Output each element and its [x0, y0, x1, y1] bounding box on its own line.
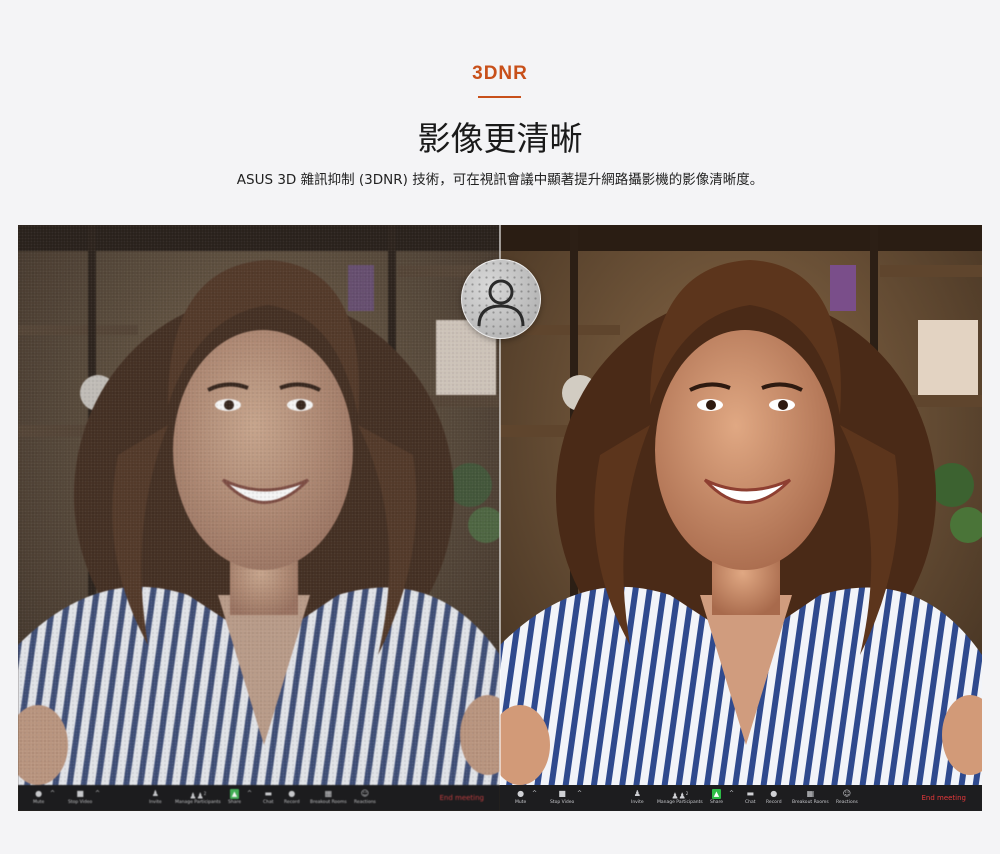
- grid-icon: ▦: [324, 789, 333, 798]
- end-meeting-button[interactable]: End meeting: [921, 794, 966, 802]
- chevron-up-icon[interactable]: ^: [532, 790, 537, 797]
- before-after-comparison[interactable]: ● Mute ^ ■ Stop Video ^ ♟ Invite ♟♟2 Man…: [18, 225, 982, 811]
- share-button[interactable]: ▲ Share: [710, 789, 723, 809]
- breakout-rooms-button[interactable]: ▦ Breakout Rooms: [792, 789, 829, 809]
- record-button[interactable]: ● Record: [284, 789, 300, 809]
- smiley-icon: ☺: [360, 789, 370, 798]
- record-icon: ●: [770, 789, 778, 798]
- manage-participants-button[interactable]: ♟♟2 Manage Participants: [657, 789, 703, 809]
- manage-participants-button[interactable]: ♟♟2 Manage Participants: [175, 789, 221, 809]
- mute-button[interactable]: ● Mute: [515, 789, 526, 809]
- reactions-button[interactable]: ☺ Reactions: [836, 789, 858, 809]
- meeting-toolbar: ● Mute ^ ■ Stop Video ^ ♟ Invite ♟♟2 Man…: [18, 785, 500, 811]
- video-camera-icon: ■: [76, 789, 84, 798]
- section-subtitle: ASUS 3D 雜訊抑制 (3DNR) 技術，可在視訊會議中顯著提升網路攝影機的…: [236, 172, 764, 188]
- add-person-icon: ♟: [151, 789, 159, 798]
- microphone-icon: ●: [35, 789, 43, 798]
- record-button[interactable]: ● Record: [766, 789, 782, 809]
- share-button[interactable]: ▲ Share: [228, 789, 241, 809]
- eyebrow-label: 3DNR: [472, 63, 528, 84]
- chat-bubble-icon: ▬: [264, 789, 273, 798]
- invite-button[interactable]: ♟ Invite: [631, 789, 644, 809]
- reactions-button[interactable]: ☺ Reactions: [354, 789, 376, 809]
- section-headline: 影像更清晰: [417, 119, 583, 158]
- chat-bubble-icon: ▬: [746, 789, 755, 798]
- microphone-icon: ●: [517, 789, 525, 798]
- person-icon: [477, 279, 525, 327]
- chevron-up-icon[interactable]: ^: [729, 790, 734, 797]
- video-frame-before: [18, 225, 500, 811]
- participants-icon: ♟♟2: [189, 791, 207, 801]
- add-person-icon: ♟: [633, 789, 641, 798]
- mute-button[interactable]: ● Mute: [33, 789, 44, 809]
- chat-button[interactable]: ▬ Chat: [745, 789, 756, 809]
- stop-video-button[interactable]: ■ Stop Video: [68, 789, 92, 809]
- participants-icon: ♟♟2: [671, 791, 689, 801]
- record-icon: ●: [288, 789, 296, 798]
- chevron-up-icon[interactable]: ^: [247, 790, 252, 797]
- breakout-rooms-button[interactable]: ▦ Breakout Rooms: [310, 789, 347, 809]
- comparison-slider-handle[interactable]: [461, 259, 541, 339]
- share-screen-icon: ▲: [229, 789, 240, 799]
- chevron-up-icon[interactable]: ^: [95, 790, 100, 797]
- after-panel: ● Mute ^ ■ Stop Video ^ ♟ Invite ♟♟2 Man…: [500, 225, 982, 811]
- share-screen-icon: ▲: [711, 789, 722, 799]
- smiley-icon: ☺: [842, 789, 852, 798]
- video-frame-after: [500, 225, 982, 811]
- end-meeting-button[interactable]: End meeting: [439, 794, 484, 802]
- video-camera-icon: ■: [558, 789, 566, 798]
- meeting-toolbar: ● Mute ^ ■ Stop Video ^ ♟ Invite ♟♟2 Man…: [500, 785, 982, 811]
- stop-video-button[interactable]: ■ Stop Video: [550, 789, 574, 809]
- chevron-up-icon[interactable]: ^: [577, 790, 582, 797]
- grid-icon: ▦: [806, 789, 815, 798]
- chevron-up-icon[interactable]: ^: [50, 790, 55, 797]
- eyebrow-underline: [478, 96, 521, 98]
- invite-button[interactable]: ♟ Invite: [149, 789, 162, 809]
- before-panel: ● Mute ^ ■ Stop Video ^ ♟ Invite ♟♟2 Man…: [18, 225, 500, 811]
- chat-button[interactable]: ▬ Chat: [263, 789, 274, 809]
